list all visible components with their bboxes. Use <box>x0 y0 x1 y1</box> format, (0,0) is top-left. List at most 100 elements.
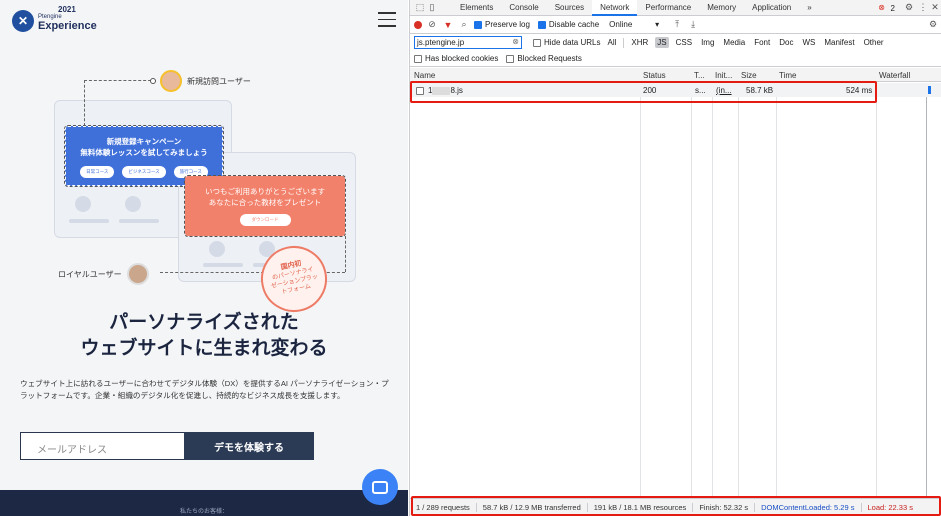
tab-sources[interactable]: Sources <box>547 0 592 16</box>
filter-value: js.ptengine.jp <box>417 38 465 47</box>
filter-type-img[interactable]: Img <box>699 37 716 48</box>
column-header-time[interactable]: Time <box>779 71 796 80</box>
close-icon[interactable]: ✕ <box>929 2 941 13</box>
checkbox-checked[interactable] <box>537 20 546 29</box>
logo-year: 2021 <box>58 4 76 14</box>
filter-bar: js.ptengine.jp ⊗ Hide data URLs All XHR … <box>410 34 941 51</box>
filter-type-js[interactable]: JS <box>655 37 669 48</box>
preserve-log-checkbox[interactable]: Preserve log <box>474 20 530 29</box>
import-har-icon[interactable]: ⤒ <box>671 19 683 30</box>
tab-console[interactable]: Console <box>501 0 546 16</box>
logo-mark-icon: ✕ <box>12 10 34 32</box>
filter-bar-secondary: Has blocked cookies Blocked Requests <box>410 51 941 67</box>
column-header-type[interactable]: T... <box>694 71 705 80</box>
blocked-cookies-label: Has blocked cookies <box>425 54 499 63</box>
salmon-card-line2: あなたに合った教材をプレゼント <box>208 198 322 207</box>
search-icon[interactable]: ⌕ <box>458 19 470 30</box>
column-header-status[interactable]: Status <box>643 71 666 80</box>
disable-cache-label: Disable cache <box>548 20 600 29</box>
request-table: Name Status T... Init... Size Time Water… <box>410 68 941 498</box>
column-header-initiator[interactable]: Init... <box>715 71 732 80</box>
tab-performance[interactable]: Performance <box>637 0 699 16</box>
male-avatar <box>126 263 149 285</box>
filter-type-xhr[interactable]: XHR <box>629 37 650 48</box>
highlight-status-box <box>411 496 941 516</box>
filter-type-manifest[interactable]: Manifest <box>822 37 856 48</box>
logo-big-text: Experience <box>38 19 97 32</box>
filter-type-other[interactable]: Other <box>862 37 886 48</box>
network-settings-icon[interactable]: ⚙ <box>927 19 939 30</box>
headline-line2: ウェブサイトに生まれ変わる <box>80 338 328 359</box>
tab-elements[interactable]: Elements <box>452 0 501 16</box>
throttle-value: Online <box>609 20 633 29</box>
headline-line1: パーソナライズされた <box>109 312 299 333</box>
checkbox-unchecked[interactable] <box>414 54 422 63</box>
filter-type-ws[interactable]: WS <box>800 37 817 48</box>
connector-line <box>345 236 346 272</box>
clear-icon[interactable]: ⊘ <box>426 19 438 30</box>
hero-description: ウェブサイト上に訪れるユーザーに合わせてデジタル体験（DX）を提供するAI パー… <box>20 379 389 400</box>
filter-type-all[interactable]: All <box>605 37 618 48</box>
network-toolbar: ⊘ ▼ ⌕ Preserve log Disable cache Online ▾… <box>410 16 941 34</box>
gift-popup-salmon: いつもご利用ありがとうございます あなたに合った教材をプレゼント ダウンロード <box>184 175 346 237</box>
customers-label: 私たちのお客様： <box>179 509 228 515</box>
filter-type-font[interactable]: Font <box>752 37 772 48</box>
table-header: Name Status T... Init... Size Time Water… <box>410 68 941 82</box>
throttle-select[interactable]: Online ▾ <box>609 20 659 29</box>
connector-line <box>84 80 156 81</box>
checkbox-unchecked[interactable] <box>533 38 541 47</box>
blocked-requests-label: Blocked Requests <box>517 54 582 63</box>
female-avatar <box>160 70 182 92</box>
blocked-cookies-checkbox[interactable]: Has blocked cookies <box>414 54 498 63</box>
settings-gear-icon[interactable]: ⚙ <box>903 2 915 13</box>
record-icon[interactable] <box>414 20 422 29</box>
connector-line <box>84 80 85 126</box>
error-count[interactable]: 2 <box>891 4 895 13</box>
waterfall-bar <box>928 86 931 94</box>
tab-application[interactable]: Application <box>744 0 799 16</box>
persona-new-user-label: 新規訪問ユーザー <box>187 76 251 86</box>
persona-loyal-user: ロイヤルユーザー <box>58 263 149 285</box>
export-har-icon[interactable]: ⤓ <box>687 19 699 30</box>
site-logo[interactable]: ✕ 2021 Ptengine Experience <box>12 4 97 32</box>
hide-data-urls-checkbox[interactable]: Hide data URLs <box>533 38 600 47</box>
filter-type-media[interactable]: Media <box>721 37 747 48</box>
download-pill: ダウンロード <box>239 214 291 226</box>
persona-new-user: 新規訪問ユーザー <box>150 70 251 92</box>
salmon-card-line1: いつもご利用ありがとうございます <box>205 187 325 196</box>
blue-card-line2: 無料体験レッスンを試してみましょう <box>80 148 208 157</box>
device-toolbar-icon[interactable]: ▯ <box>426 2 438 13</box>
clear-filter-icon[interactable]: ⊗ <box>512 37 519 46</box>
devtools-panel: ⬚ ▯ Elements Console Sources Network Per… <box>409 0 941 516</box>
preserve-log-label: Preserve log <box>485 20 530 29</box>
blocked-requests-checkbox[interactable]: Blocked Requests <box>506 54 582 63</box>
email-input[interactable]: メールアドレス <box>20 432 185 460</box>
inspect-element-icon[interactable]: ⬚ <box>414 2 426 13</box>
column-header-waterfall[interactable]: Waterfall <box>879 71 910 80</box>
checkbox-checked[interactable] <box>474 20 482 29</box>
error-icon[interactable]: ⊗ <box>878 3 885 12</box>
highlight-row-box <box>410 81 877 103</box>
more-options-icon[interactable]: ⋮ <box>917 2 929 13</box>
filter-icon[interactable]: ▼ <box>442 20 454 30</box>
column-header-name[interactable]: Name <box>414 71 435 80</box>
checkbox-unchecked[interactable] <box>506 54 515 63</box>
course-pill: ビジネスコース <box>122 166 166 178</box>
hamburger-menu-icon[interactable] <box>378 12 396 32</box>
tab-network[interactable]: Network <box>592 0 638 16</box>
divider <box>623 37 625 48</box>
chat-button[interactable] <box>362 469 398 505</box>
filter-type-css[interactable]: CSS <box>674 37 694 48</box>
filter-input[interactable]: js.ptengine.jp ⊗ <box>414 36 522 49</box>
hero-headline: パーソナライズされた ウェブサイトに生まれ変わる <box>0 310 408 362</box>
blue-card-line1: 新規登録キャンペーン <box>106 137 182 146</box>
tab-memory[interactable]: Memory <box>699 0 744 16</box>
chat-bubble-icon <box>372 480 388 494</box>
demo-button[interactable]: デモを体験する <box>184 432 314 460</box>
filter-type-doc[interactable]: Doc <box>777 37 795 48</box>
persona-loyal-user-label: ロイヤルユーザー <box>58 269 122 279</box>
more-tabs-button[interactable]: » <box>799 0 819 16</box>
website-viewport: ✕ 2021 Ptengine Experience 新規訪問ユーザー 新規登録… <box>0 0 408 516</box>
disable-cache-checkbox[interactable]: Disable cache <box>537 20 600 29</box>
column-header-size[interactable]: Size <box>741 71 757 80</box>
